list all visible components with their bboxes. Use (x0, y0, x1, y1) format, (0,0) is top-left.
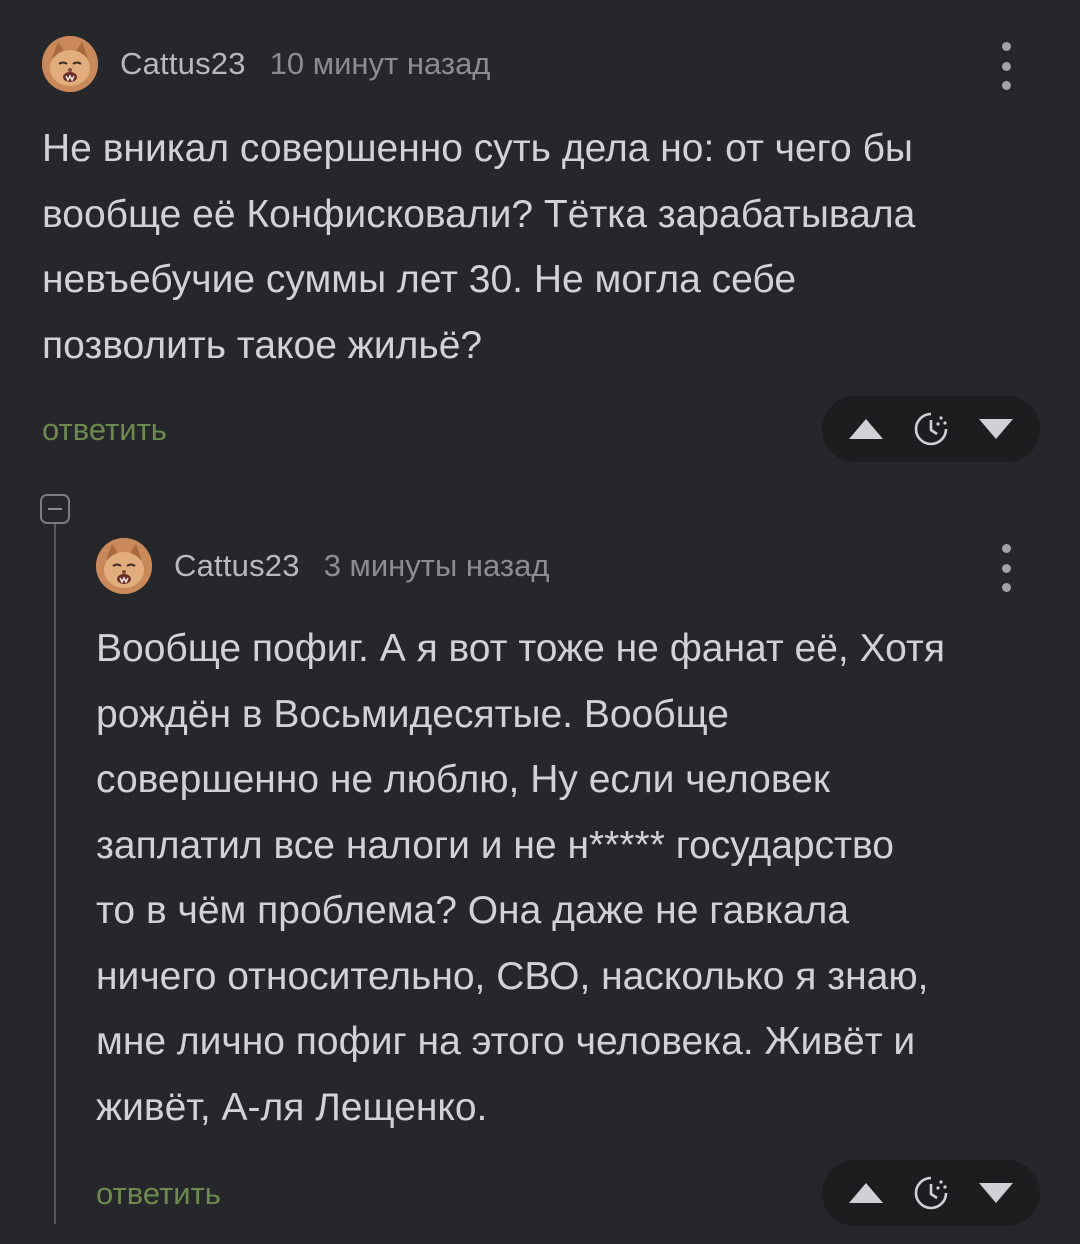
save-button[interactable] (908, 1160, 954, 1226)
more-options-button[interactable] (996, 42, 1016, 90)
username[interactable]: Cattus23 (174, 548, 300, 584)
comment-text: Не вникал совершенно суть дела но: от че… (42, 127, 916, 367)
comment-header: Cattus23 10 минут назад (42, 34, 490, 94)
triangle-down-icon (979, 1183, 1013, 1203)
more-vertical-icon (1001, 544, 1011, 553)
more-vertical-icon (1001, 42, 1011, 51)
comment-reply: Cattus23 3 минуты назад Вообще пофиг. А … (96, 536, 1046, 1226)
comment-header: Cattus23 3 минуты назад (96, 536, 549, 596)
avatar[interactable] (42, 36, 98, 92)
clock-icon (914, 1176, 948, 1210)
triangle-down-icon (979, 419, 1013, 439)
upvote-button[interactable] (842, 396, 890, 462)
comment-text: Вообще пофиг. А я вот тоже не фанат её, … (96, 627, 945, 1129)
more-vertical-icon (1001, 563, 1011, 573)
more-options-button[interactable] (996, 544, 1016, 592)
comment: Cattus23 10 минут назад Не вникал соверш… (42, 34, 1042, 464)
downvote-button[interactable] (972, 396, 1020, 462)
more-vertical-icon (1001, 81, 1011, 90)
downvote-button[interactable] (972, 1160, 1020, 1226)
cat-avatar-icon (42, 36, 98, 92)
avatar[interactable] (96, 538, 152, 594)
triangle-up-icon (849, 1183, 883, 1203)
vote-controls (822, 396, 1040, 462)
minus-square-icon (48, 508, 62, 510)
vote-controls (822, 1160, 1040, 1226)
triangle-up-icon (849, 419, 883, 439)
upvote-button[interactable] (842, 1160, 890, 1226)
clock-icon (914, 412, 948, 446)
reply-link[interactable]: ответить (42, 412, 167, 448)
collapse-thread-button[interactable] (40, 494, 70, 524)
timestamp[interactable]: 10 минут назад (270, 46, 491, 82)
more-vertical-icon (1001, 61, 1011, 71)
more-vertical-icon (1001, 583, 1011, 592)
save-button[interactable] (908, 396, 954, 462)
username[interactable]: Cattus23 (120, 46, 246, 82)
reply-link[interactable]: ответить (96, 1176, 221, 1212)
thread-line[interactable] (54, 524, 56, 1224)
cat-avatar-icon (96, 538, 152, 594)
timestamp[interactable]: 3 минуты назад (324, 548, 550, 584)
